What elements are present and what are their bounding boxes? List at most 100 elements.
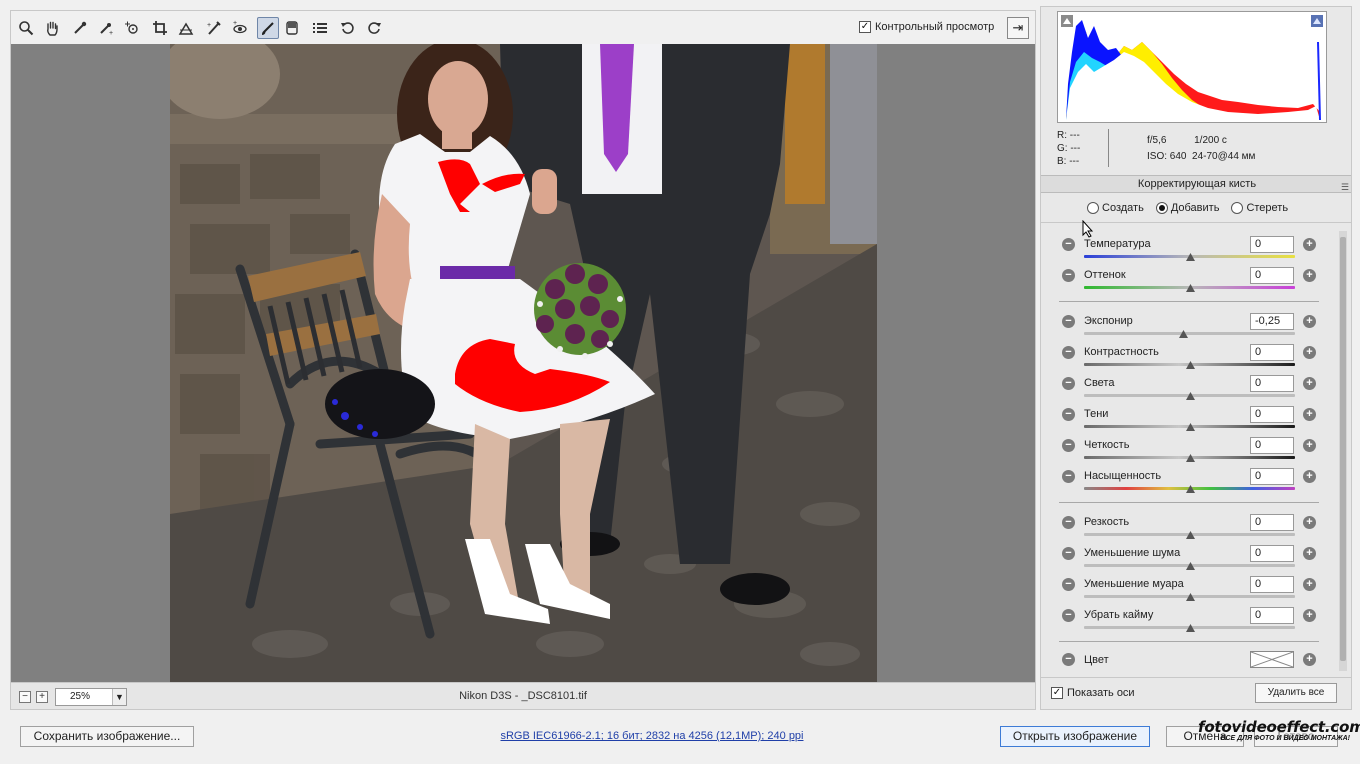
slider-value-input[interactable]: 0: [1250, 514, 1294, 531]
brush-icon: [260, 20, 276, 36]
aperture: f/5,6: [1147, 135, 1167, 146]
rotate-cw-tool[interactable]: [363, 17, 385, 39]
magnifier-icon: [18, 20, 34, 36]
highlight-clipping-warning-button[interactable]: [1311, 15, 1323, 27]
fullscreen-icon: ⇥: [1012, 20, 1024, 35]
crop-tool[interactable]: [149, 17, 171, 39]
graduated-filter-tool[interactable]: [281, 17, 303, 39]
photo-preview[interactable]: [170, 44, 877, 682]
color-plus-button[interactable]: +: [1303, 653, 1316, 666]
slider-label: Тени: [1084, 408, 1109, 420]
increase-button[interactable]: +: [1303, 578, 1316, 591]
decrease-button[interactable]: −: [1062, 609, 1075, 622]
increase-button[interactable]: +: [1303, 609, 1316, 622]
decrease-button[interactable]: −: [1062, 578, 1075, 591]
decrease-button[interactable]: −: [1062, 346, 1075, 359]
slider-label: Резкость: [1084, 516, 1130, 528]
slider-thumb[interactable]: [1185, 253, 1195, 261]
slider-thumb[interactable]: [1185, 423, 1195, 431]
color-sampler-tool[interactable]: +: [95, 17, 117, 39]
slider-value-input[interactable]: 0: [1250, 576, 1294, 593]
clear-all-button[interactable]: Удалить все: [1255, 683, 1337, 703]
color-minus-button[interactable]: −: [1062, 653, 1075, 666]
slider-thumb[interactable]: [1185, 454, 1195, 462]
radio-dot[interactable]: [1087, 202, 1099, 214]
preview-checkbox[interactable]: ✓ Контрольный просмотр: [859, 21, 994, 33]
show-pins-checkbox-box[interactable]: ✓: [1051, 687, 1063, 699]
targeted-adjustment-tool[interactable]: [121, 17, 143, 39]
slider-thumb[interactable]: [1185, 593, 1195, 601]
radio-dot[interactable]: [1231, 202, 1244, 214]
slider-value-input[interactable]: 0: [1250, 406, 1294, 423]
slider-track[interactable]: [1084, 332, 1295, 335]
slider-thumb[interactable]: [1185, 485, 1195, 493]
straighten-tool[interactable]: [175, 17, 197, 39]
slider-value-input[interactable]: 0: [1250, 344, 1294, 361]
preview-label: Контрольный просмотр: [875, 21, 995, 33]
increase-button[interactable]: +: [1303, 408, 1316, 421]
save-image-button[interactable]: Сохранить изображение...: [20, 726, 194, 747]
white-balance-tool[interactable]: [69, 17, 91, 39]
slider-value-input[interactable]: 0: [1250, 375, 1294, 392]
decrease-button[interactable]: −: [1062, 547, 1075, 560]
target-icon: [124, 20, 140, 36]
group-divider: [1059, 301, 1319, 302]
panel-scrollbar[interactable]: [1339, 231, 1347, 671]
scrollbar-thumb[interactable]: [1340, 237, 1346, 661]
mode-radio-0[interactable]: Создать: [1087, 202, 1144, 214]
slider-thumb[interactable]: [1185, 562, 1195, 570]
rotate-right-icon: [366, 20, 382, 36]
shadow-clipping-warning-button[interactable]: [1061, 15, 1073, 27]
increase-button[interactable]: +: [1303, 346, 1316, 359]
decrease-button[interactable]: −: [1062, 238, 1075, 251]
increase-button[interactable]: +: [1303, 547, 1316, 560]
slider-thumb[interactable]: [1185, 361, 1195, 369]
slider-value-input[interactable]: 0: [1250, 468, 1294, 485]
slider-thumb[interactable]: [1185, 392, 1195, 400]
panel-menu-icon[interactable]: ☰: [1341, 179, 1349, 195]
rotate-ccw-tool[interactable]: [337, 17, 359, 39]
workflow-options-link[interactable]: sRGB IEC61966-2.1; 16 бит; 2832 на 4256 …: [400, 730, 904, 742]
open-image-button[interactable]: Открыть изображение: [1000, 726, 1150, 747]
show-pins-checkbox[interactable]: ✓ Показать оси: [1051, 687, 1135, 699]
color-swatch[interactable]: [1250, 651, 1294, 668]
mode-radio-2[interactable]: Стереть: [1231, 202, 1288, 214]
mode-radio-1[interactable]: Добавить: [1155, 202, 1219, 214]
slider-value-input[interactable]: 0: [1250, 607, 1294, 624]
increase-button[interactable]: +: [1303, 377, 1316, 390]
increase-button[interactable]: +: [1303, 269, 1316, 282]
preview-checkbox-box[interactable]: ✓: [859, 21, 871, 33]
increase-button[interactable]: +: [1303, 439, 1316, 452]
increase-button[interactable]: +: [1303, 315, 1316, 328]
decrease-button[interactable]: −: [1062, 269, 1075, 282]
no-color-icon: [1250, 651, 1294, 668]
slider-value-input[interactable]: 0: [1250, 267, 1294, 284]
increase-button[interactable]: +: [1303, 238, 1316, 251]
red-eye-tool[interactable]: +: [229, 17, 251, 39]
fullscreen-toggle-button[interactable]: ⇥: [1007, 17, 1029, 39]
slider-thumb[interactable]: [1185, 624, 1195, 632]
decrease-button[interactable]: −: [1062, 439, 1075, 452]
spot-removal-tool[interactable]: +: [203, 17, 225, 39]
slider-thumb[interactable]: [1179, 330, 1189, 338]
slider-value-input[interactable]: 0: [1250, 545, 1294, 562]
slider-value-input[interactable]: 0: [1250, 437, 1294, 454]
zoom-tool[interactable]: [15, 17, 37, 39]
decrease-button[interactable]: −: [1062, 470, 1075, 483]
increase-button[interactable]: +: [1303, 470, 1316, 483]
slider-value-input[interactable]: -0,25: [1250, 313, 1294, 330]
hand-tool[interactable]: [41, 17, 63, 39]
slider-value-input[interactable]: 0: [1250, 236, 1294, 253]
decrease-button[interactable]: −: [1062, 516, 1075, 529]
decrease-button[interactable]: −: [1062, 377, 1075, 390]
slider-thumb[interactable]: [1185, 284, 1195, 292]
adjustment-brush-tool[interactable]: [257, 17, 279, 39]
decrease-button[interactable]: −: [1062, 408, 1075, 421]
watermark-main: fotovideoeffect.com: [1198, 718, 1360, 736]
slider-thumb[interactable]: [1185, 531, 1195, 539]
image-canvas[interactable]: [10, 44, 1036, 682]
decrease-button[interactable]: −: [1062, 315, 1075, 328]
increase-button[interactable]: +: [1303, 516, 1316, 529]
radio-dot[interactable]: [1155, 202, 1168, 214]
preferences-tool[interactable]: [309, 17, 331, 39]
